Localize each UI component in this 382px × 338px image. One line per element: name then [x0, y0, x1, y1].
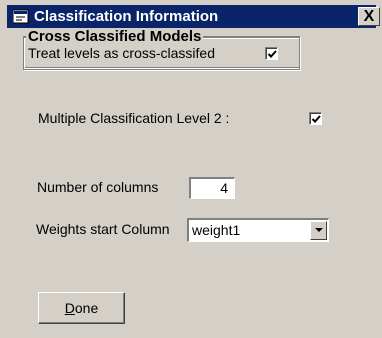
treat-levels-label: Treat levels as cross-classifed: [28, 45, 215, 61]
window-icon: [12, 9, 29, 24]
title-bar[interactable]: Classification Information X: [7, 5, 380, 28]
multiple-classification-label: Multiple Classification Level 2 :: [38, 110, 230, 126]
done-mnemonic: D: [64, 300, 75, 316]
chevron-down-icon: [315, 228, 323, 232]
checkmark-icon: [311, 115, 321, 123]
weights-start-column-label: Weights start Column: [36, 221, 170, 237]
number-of-columns-input[interactable]: 4: [189, 177, 235, 199]
close-icon: X: [363, 7, 375, 25]
checkmark-icon: [267, 50, 277, 58]
done-label-rest: one: [74, 300, 99, 316]
cross-classified-group-title: Cross Classified Models: [26, 28, 204, 45]
weights-selected-value: weight1: [192, 222, 241, 238]
window-title: Classification Information: [34, 8, 219, 25]
multiple-classification-checkbox[interactable]: [309, 112, 322, 125]
close-button[interactable]: X: [358, 7, 380, 26]
number-of-columns-label: Number of columns: [37, 179, 159, 195]
treat-levels-checkbox[interactable]: [265, 47, 278, 60]
done-button[interactable]: Done: [38, 292, 125, 324]
dropdown-button[interactable]: [310, 221, 327, 240]
weights-start-column-select[interactable]: weight1: [187, 218, 329, 242]
